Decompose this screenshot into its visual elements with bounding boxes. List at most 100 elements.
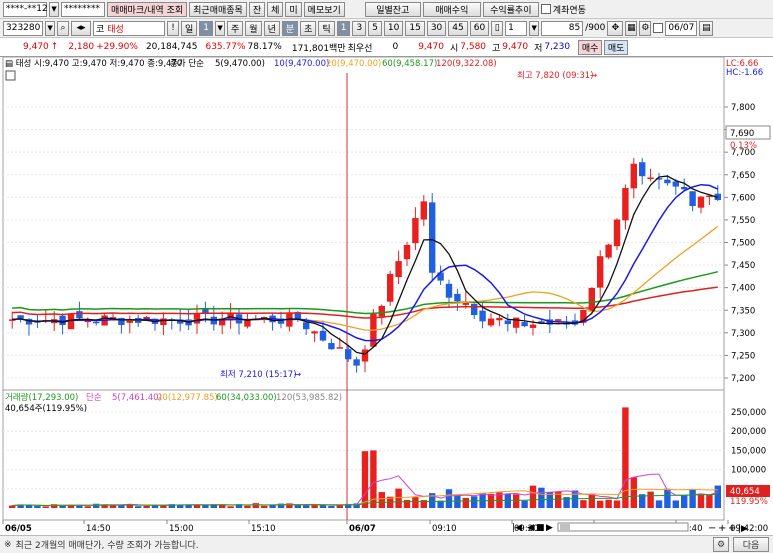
crosshair-icon[interactable]: ✥: [607, 20, 624, 36]
period-month[interactable]: 월: [245, 20, 262, 36]
stock-name-field[interactable]: 코 태성: [93, 20, 165, 36]
period-tick[interactable]: 틱: [318, 20, 335, 36]
executed-button[interactable]: 체: [267, 1, 284, 17]
period-second[interactable]: 초: [300, 20, 317, 36]
stock-code-input[interactable]: 323280: [3, 20, 43, 36]
svg-text:20(9,470.00): 20(9,470.00): [326, 59, 381, 69]
stock-name: 태성: [107, 24, 124, 35]
candle-body: [504, 320, 511, 325]
open-label: 시: [449, 43, 459, 54]
daily-balance-button[interactable]: 일별잔고: [364, 1, 421, 17]
account-select[interactable]: ****-**12: [3, 1, 48, 17]
chart-area[interactable]: ▤ 태성 시:9,470 고:9,470 저:9,470 종:9,470 종가 …: [0, 56, 773, 535]
search-icon[interactable]: ⌕: [57, 20, 69, 36]
table-icon[interactable]: ▦: [625, 20, 638, 36]
minute-45[interactable]: 45: [448, 20, 468, 36]
minute-10[interactable]: 10: [383, 20, 404, 36]
minute-15[interactable]: 15: [405, 20, 425, 36]
scroll-prev-icon[interactable]: ◀: [527, 523, 534, 533]
svg-text:5(7,461.40): 5(7,461.40): [112, 393, 162, 403]
volume-bar: [135, 506, 142, 508]
alert-icon[interactable]: !: [167, 20, 179, 36]
volume-tick-label: 200,000: [731, 427, 766, 437]
time-tick-label: 06/07: [349, 524, 376, 534]
tab-recent-trades[interactable]: 최근매매종목: [189, 1, 247, 17]
period-week[interactable]: 주: [227, 20, 244, 36]
scrollbar-thumb[interactable]: [560, 524, 570, 530]
time-tick-label: 09:10: [432, 524, 457, 534]
volume-tick-label: 100,000: [731, 466, 766, 476]
count-input[interactable]: 85: [541, 20, 584, 36]
ma10-legend: 10(9,470.00): [274, 59, 329, 69]
speaker-icon[interactable]: ◂▸: [71, 20, 91, 36]
volume-bar: [655, 500, 663, 508]
candle-body: [412, 218, 419, 244]
candlestick-chart[interactable]: ▤ 태성 시:9,470 고:9,470 저:9,470 종:9,470 종가 …: [0, 56, 773, 535]
period-year[interactable]: 년: [263, 20, 280, 36]
minute-1[interactable]: 1: [336, 20, 351, 36]
memo-button[interactable]: 메모보기: [303, 1, 345, 17]
period-minute[interactable]: 분: [281, 20, 299, 36]
profit-rate-button[interactable]: 수익률추이: [482, 1, 539, 17]
scroll-next-icon[interactable]: ▶: [546, 523, 553, 533]
volume-ratio: 635.77%: [205, 42, 246, 52]
date-checkbox[interactable]: [653, 23, 664, 33]
code-dropdown-button[interactable]: ▼: [45, 20, 55, 36]
next-button[interactable]: 다음: [733, 537, 769, 552]
candle-body: [67, 314, 75, 330]
unit-dropdown[interactable]: ▼: [529, 20, 540, 36]
password-input[interactable]: ********: [61, 1, 105, 17]
price-tick-label: 7,250: [731, 351, 755, 361]
scroll-first-icon[interactable]: |◀: [512, 523, 522, 533]
candle-body: [202, 308, 209, 313]
unit-input[interactable]: 1: [505, 20, 528, 36]
period-day[interactable]: 일: [181, 20, 198, 36]
minute-60[interactable]: 60: [469, 20, 490, 36]
candle-body: [672, 181, 679, 187]
unexecuted-button[interactable]: 미: [285, 1, 302, 17]
stop-icon[interactable]: ■: [536, 523, 545, 533]
footer-settings-icon[interactable]: ⚙: [713, 537, 729, 552]
minute-5[interactable]: 5: [368, 20, 382, 36]
candle-body: [454, 293, 461, 302]
scroll-end-icon[interactable]: |▶: [738, 524, 748, 534]
volume-current: 40,654주(119.95%): [5, 404, 87, 414]
candle-body: [345, 349, 352, 360]
zoom-reset-icon[interactable]: +: [728, 523, 736, 534]
volume-bar: [252, 503, 259, 508]
minute-3[interactable]: 3: [352, 20, 367, 36]
svg-text:거래량(17,293.00): 거래량(17,293.00): [5, 392, 78, 403]
chart-menu-icon[interactable]: [5, 70, 16, 81]
low-arrow-icon: →: [294, 370, 301, 380]
period-unit[interactable]: 1: [199, 20, 214, 36]
volume-tick-label: 150,000: [731, 446, 766, 456]
trade-profit-button[interactable]: 매매수익: [422, 1, 481, 17]
price-pct: 0.13%: [730, 141, 757, 151]
price-tick-label: 7,200: [731, 374, 755, 384]
account-link-checkbox[interactable]: [540, 4, 551, 14]
calendar-icon[interactable]: ▤: [699, 20, 714, 36]
sell-button[interactable]: 매도: [604, 39, 629, 55]
account-dropdown-button[interactable]: ▼: [49, 1, 59, 17]
volume-bar: [521, 500, 528, 508]
high-arrow-icon: →: [590, 71, 597, 81]
period-dropdown[interactable]: ▼: [215, 20, 226, 36]
date-input[interactable]: 06/07: [665, 20, 698, 36]
unit-value: 1: [508, 23, 514, 33]
low-label: 저: [534, 43, 543, 54]
candle-body: [395, 261, 402, 278]
current-price: 9,470: [23, 42, 49, 52]
minute-spin-icon[interactable]: ▯: [491, 20, 504, 36]
buy-button[interactable]: 매수: [578, 39, 603, 55]
zoom-in-icon[interactable]: +: [718, 523, 726, 534]
quote-bar: 9,470 ↑ 2,180 +29.90% 20,184,745 635.77%…: [0, 38, 773, 57]
volume-bar: [412, 496, 419, 508]
minute-30[interactable]: 30: [426, 20, 447, 36]
volume-bar: [143, 505, 150, 508]
balance-button[interactable]: 잔: [248, 1, 266, 17]
tab-order-history[interactable]: 매매마크/내역 조회: [107, 1, 188, 17]
scrollbar-track[interactable]: [557, 522, 689, 532]
settings-icon[interactable]: ⚙: [639, 20, 652, 36]
volume-bar: [378, 492, 385, 508]
zoom-out-icon[interactable]: −: [708, 523, 716, 534]
